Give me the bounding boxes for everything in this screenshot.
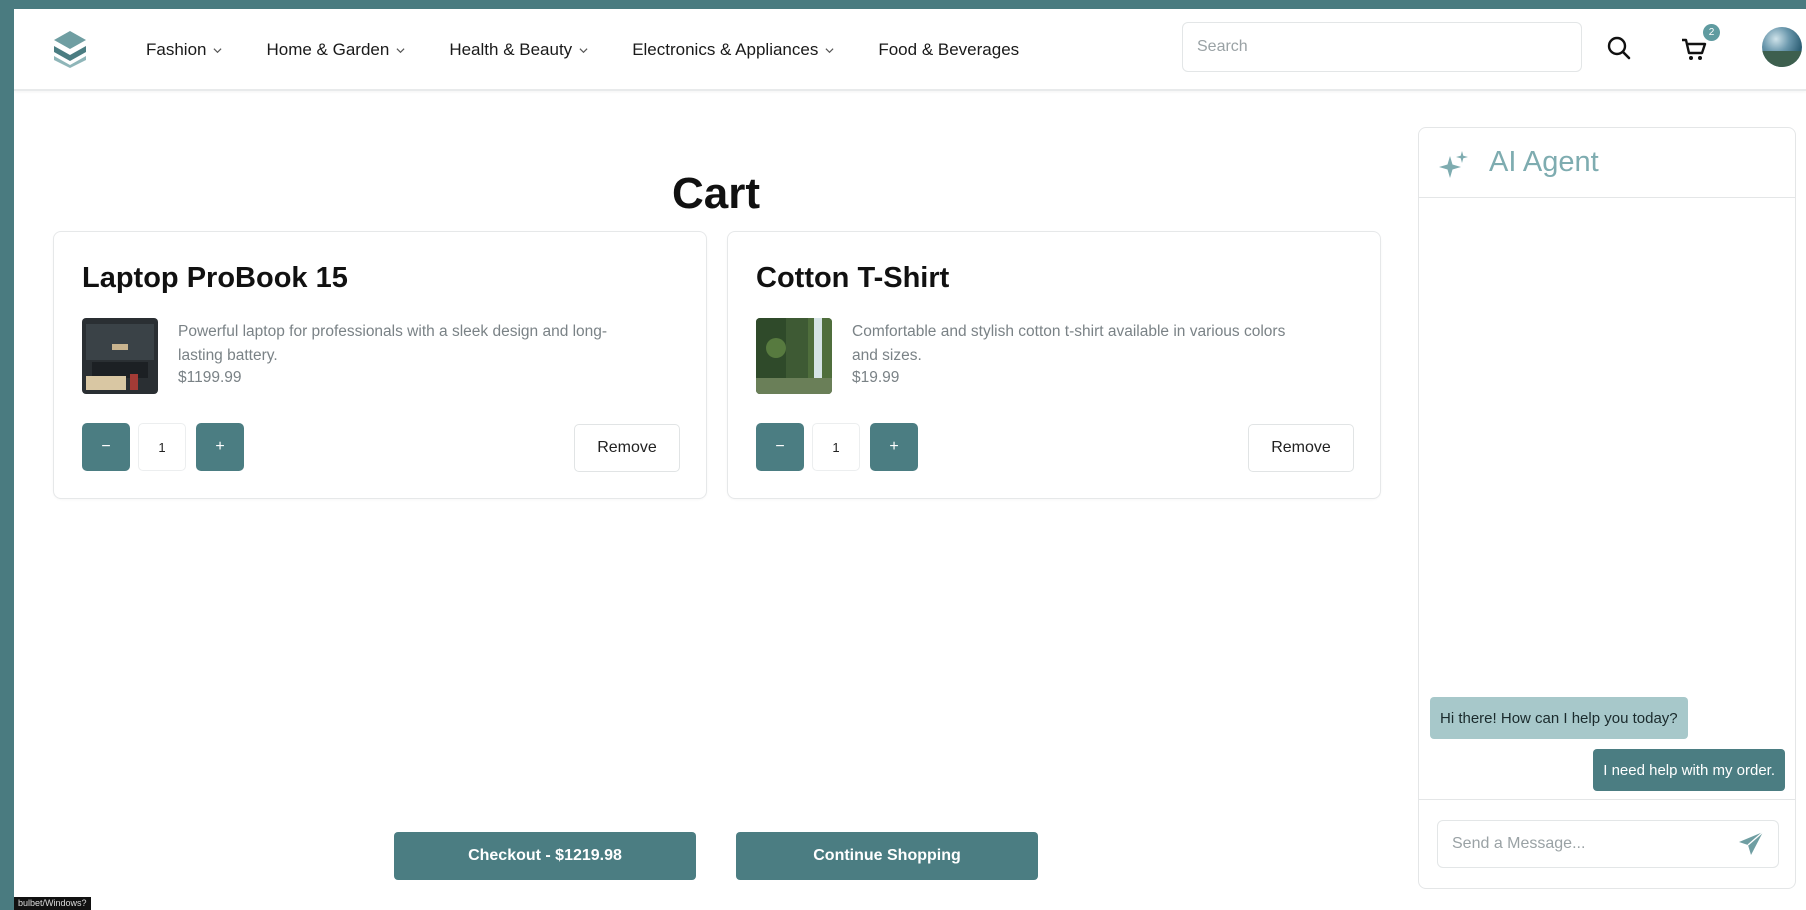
search-input[interactable]	[1182, 22, 1582, 72]
nav-label: Electronics & Appliances	[632, 40, 819, 59]
page-title: Cart	[671, 169, 761, 218]
app-window: Fashion Home & Garden Health & Beauty El…	[14, 9, 1806, 910]
chevron-down-icon	[396, 47, 405, 53]
increase-quantity-button[interactable]: +	[196, 423, 244, 471]
cart-icon	[1682, 38, 1707, 60]
remove-button[interactable]: Remove	[574, 424, 680, 472]
top-header: Fashion Home & Garden Health & Beauty El…	[14, 9, 1806, 91]
nav-label: Fashion	[146, 40, 207, 59]
decrease-quantity-button[interactable]: −	[82, 423, 130, 471]
increase-quantity-button[interactable]: +	[870, 423, 918, 471]
category-nav: Fashion Home & Garden Health & Beauty El…	[146, 9, 1063, 91]
nav-item-home-garden[interactable]: Home & Garden	[266, 40, 405, 60]
send-icon[interactable]	[1737, 830, 1765, 858]
sparkle-icon	[1439, 151, 1468, 178]
nav-label: Food & Beverages	[878, 40, 1020, 59]
ai-agent-title: AI Agent	[1489, 146, 1599, 178]
ai-agent-header: AI Agent	[1419, 128, 1795, 198]
agent-message: Hi there! How can I help you today?	[1430, 697, 1688, 739]
search-button[interactable]	[1602, 31, 1636, 65]
ai-input-area	[1419, 799, 1795, 888]
product-price: $1199.99	[178, 369, 242, 386]
status-bar-link: bulbet/Windows?	[14, 897, 91, 910]
nav-item-food-beverages[interactable]: Food & Beverages	[878, 40, 1019, 60]
laptop-thumbnail	[82, 318, 158, 394]
cart-item-card: Laptop ProBook 15 Powerful laptop for pr…	[53, 231, 707, 499]
quantity-value[interactable]: 1	[812, 423, 860, 471]
product-description: Powerful laptop for professionals with a…	[178, 323, 608, 364]
cart-item-card: Cotton T-Shirt Comfortable and stylish c…	[727, 231, 1381, 499]
nav-item-health-beauty[interactable]: Health & Beauty	[449, 40, 588, 60]
message-input[interactable]	[1437, 820, 1779, 868]
nav-label: Health & Beauty	[449, 40, 573, 59]
chevron-down-icon	[579, 47, 588, 53]
continue-shopping-button[interactable]: Continue Shopping	[736, 832, 1038, 880]
product-description: Comfortable and stylish cotton t-shirt a…	[852, 323, 1286, 364]
tshirt-thumbnail	[756, 318, 832, 394]
user-message: I need help with my order.	[1593, 749, 1785, 791]
decrease-quantity-button[interactable]: −	[756, 423, 804, 471]
avatar[interactable]	[1762, 27, 1802, 67]
cart-count-badge: 2	[1703, 24, 1720, 41]
product-name: Laptop ProBook 15	[82, 262, 348, 294]
product-name: Cotton T-Shirt	[756, 262, 950, 294]
nav-item-fashion[interactable]: Fashion	[146, 40, 222, 60]
nav-item-electronics-appliances[interactable]: Electronics & Appliances	[632, 40, 834, 60]
search-icon	[1607, 36, 1631, 60]
logo-icon[interactable]	[52, 29, 88, 69]
quantity-value[interactable]: 1	[138, 423, 186, 471]
product-price: $19.99	[852, 369, 900, 386]
checkout-button[interactable]: Checkout - $1219.98	[394, 832, 696, 880]
chevron-down-icon	[825, 47, 834, 53]
chevron-down-icon	[213, 47, 222, 53]
remove-button[interactable]: Remove	[1248, 424, 1354, 472]
ai-agent-panel: AI Agent Hi there! How can I help you to…	[1418, 127, 1796, 889]
nav-label: Home & Garden	[266, 40, 390, 59]
